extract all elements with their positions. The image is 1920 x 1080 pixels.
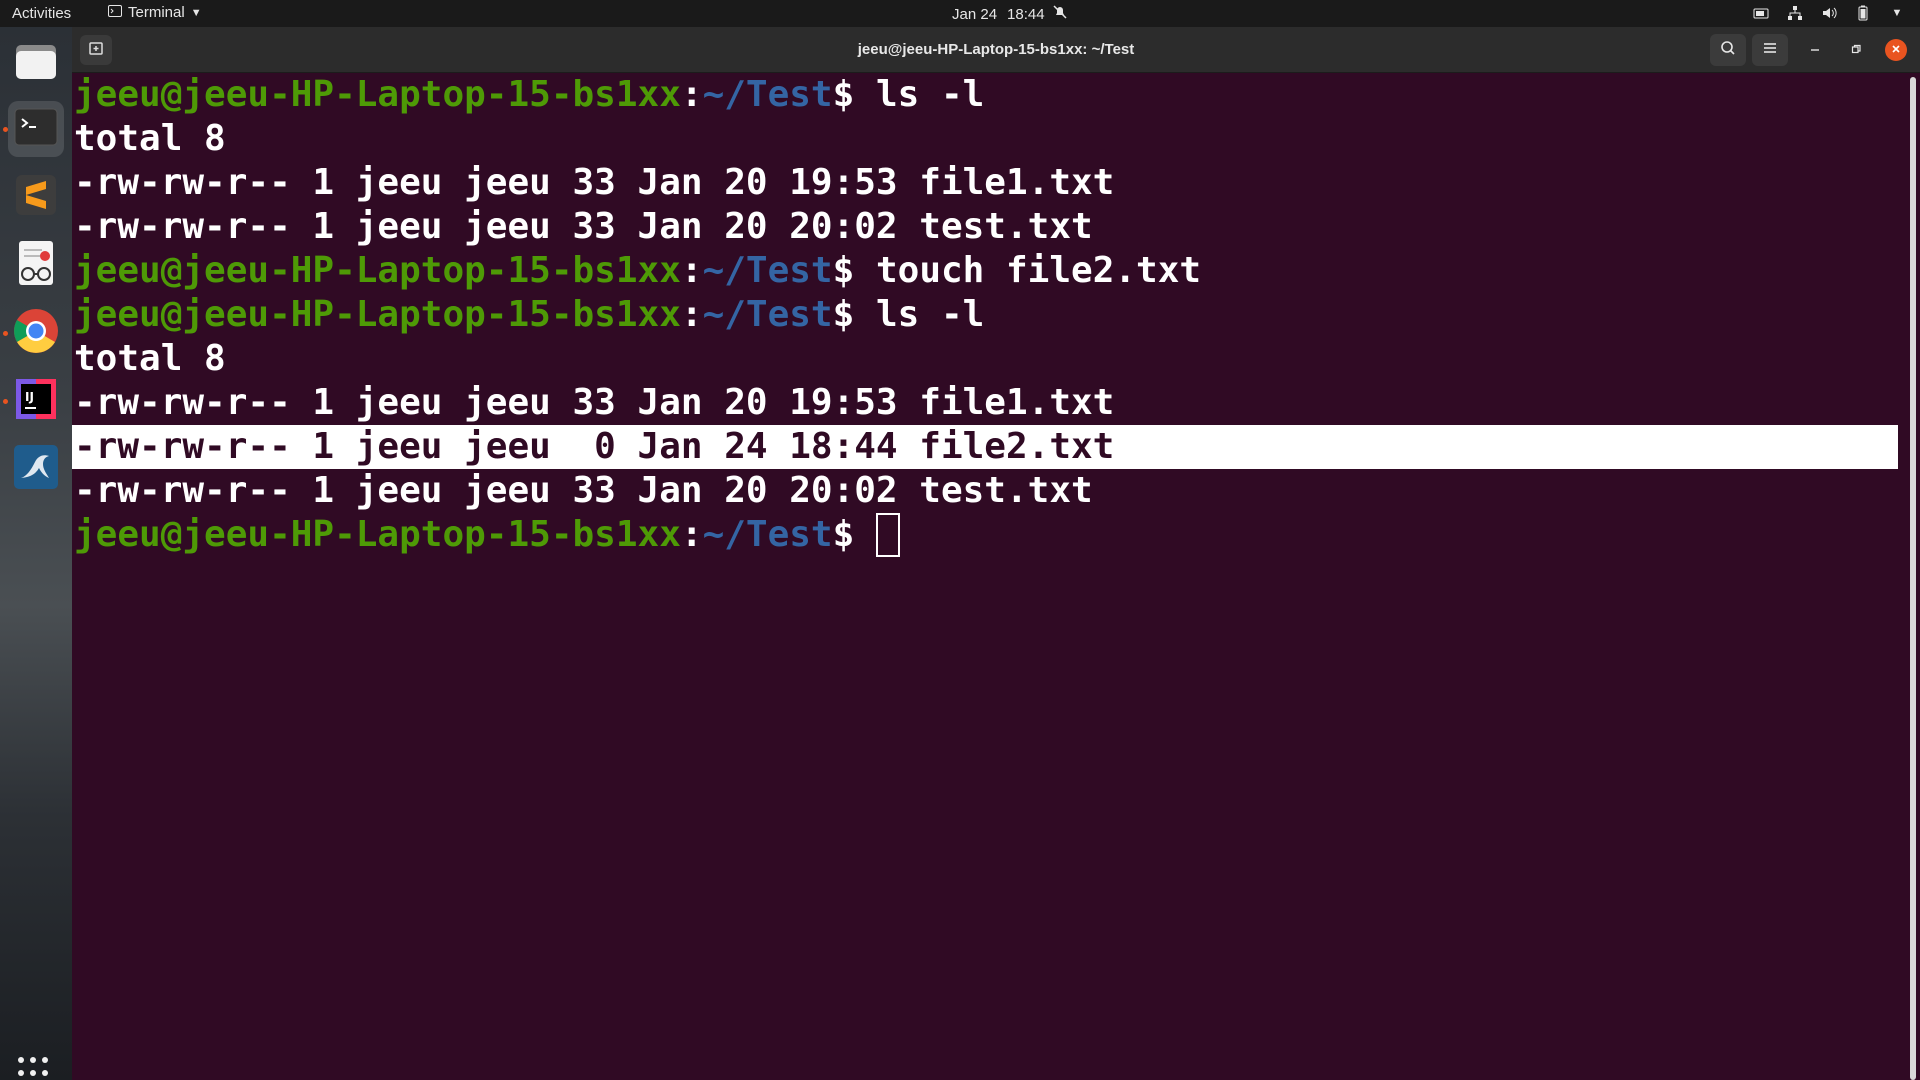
minimize-icon: [1810, 41, 1820, 59]
command-text: ls -l: [875, 294, 985, 335]
prompt-dollar: $: [832, 250, 876, 291]
prompt-user: jeeu@jeeu-HP-Laptop-15-bs1xx: [74, 250, 681, 291]
prompt-dollar: $: [832, 514, 876, 555]
system-tray[interactable]: ▼: [1752, 4, 1906, 22]
prompt-dollar: $: [832, 74, 876, 115]
prompt-user: jeeu@jeeu-HP-Laptop-15-bs1xx: [74, 514, 681, 555]
caret-down-icon: ▼: [190, 6, 202, 19]
prompt-separator: :: [680, 250, 703, 291]
dock-chrome[interactable]: [8, 305, 64, 361]
prompt-user: jeeu@jeeu-HP-Laptop-15-bs1xx: [74, 294, 681, 335]
notifications-off-icon: [1053, 5, 1067, 23]
output-line: -rw-rw-r-- 1 jeeu jeeu 33 Jan 20 20:02 t…: [74, 206, 1093, 247]
top-bar: Activities Terminal ▼ Jan 24 18:44 ▼: [0, 0, 1920, 27]
command-text: touch file2.txt: [875, 250, 1202, 291]
window-title: jeeu@jeeu-HP-Laptop-15-bs1xx: ~/Test: [857, 41, 1135, 58]
dock: IJ: [0, 27, 72, 1080]
close-button[interactable]: [1885, 39, 1907, 61]
prompt-line: jeeu@jeeu-HP-Laptop-15-bs1xx:~/Test$: [74, 513, 900, 557]
volume-icon[interactable]: [1820, 4, 1838, 22]
prompt-line: jeeu@jeeu-HP-Laptop-15-bs1xx:~/Test$ tou…: [74, 249, 1201, 293]
title-bar[interactable]: jeeu@jeeu-HP-Laptop-15-bs1xx: ~/Test: [72, 27, 1920, 73]
prompt-path: ~/Test: [702, 74, 833, 115]
battery-icon[interactable]: [1854, 4, 1872, 22]
dock-intellij[interactable]: IJ: [8, 373, 64, 429]
dock-mysql-workbench[interactable]: [8, 441, 64, 497]
hamburger-icon: [1763, 41, 1777, 59]
activities-button[interactable]: Activities: [12, 5, 71, 22]
output-line: total 8: [74, 118, 226, 159]
files-icon: [14, 39, 58, 88]
prompt-separator: :: [680, 514, 703, 555]
app-menu-label: Terminal: [128, 4, 185, 21]
terminal-icon: [14, 108, 58, 151]
maximize-button[interactable]: [1845, 39, 1867, 61]
running-indicator: [3, 127, 8, 132]
hamburger-menu-button[interactable]: [1752, 34, 1788, 66]
chrome-icon: [13, 308, 59, 359]
system-menu-caret-icon[interactable]: ▼: [1888, 4, 1906, 22]
prompt-user: jeeu@jeeu-HP-Laptop-15-bs1xx: [74, 74, 681, 115]
dock-terminal[interactable]: [8, 101, 64, 157]
prompt-line: jeeu@jeeu-HP-Laptop-15-bs1xx:~/Test$ ls …: [74, 73, 984, 117]
output-line: -rw-rw-r-- 1 jeeu jeeu 33 Jan 20 19:53 f…: [74, 382, 1115, 423]
terminal-small-icon: [108, 4, 122, 21]
mysql-workbench-icon: [13, 444, 59, 495]
search-icon: [1720, 40, 1736, 61]
prompt-dollar: $: [832, 294, 876, 335]
intellij-icon: IJ: [16, 378, 56, 424]
highlighted-output-line: -rw-rw-r-- 1 jeeu jeeu 0 Jan 24 18:44 fi…: [72, 425, 1898, 469]
output-line: -rw-rw-r-- 1 jeeu jeeu 33 Jan 20 19:53 f…: [74, 162, 1115, 203]
minimize-button[interactable]: [1804, 39, 1826, 61]
prompt-path: ~/Test: [702, 514, 833, 555]
prompt-line: jeeu@jeeu-HP-Laptop-15-bs1xx:~/Test$ ls …: [74, 293, 984, 337]
prompt-path: ~/Test: [702, 250, 833, 291]
search-button[interactable]: [1710, 34, 1746, 66]
text-cursor: [875, 513, 900, 557]
clock[interactable]: Jan 24 18:44: [952, 5, 1067, 23]
document-viewer-icon: [14, 240, 58, 291]
running-indicator: [3, 399, 8, 404]
dock-sublime-text[interactable]: [8, 169, 64, 225]
prompt-separator: :: [680, 74, 703, 115]
svg-text:IJ: IJ: [25, 390, 34, 404]
prompt-path: ~/Test: [702, 294, 833, 335]
command-text: ls -l: [875, 74, 985, 115]
restore-icon: [1851, 41, 1861, 59]
screen-icon[interactable]: [1752, 4, 1770, 22]
sublime-text-icon: [14, 173, 58, 222]
output-line: -rw-rw-r-- 1 jeeu jeeu 33 Jan 20 20:02 t…: [74, 470, 1093, 511]
terminal-window: jeeu@jeeu-HP-Laptop-15-bs1xx: ~/Test jee…: [72, 27, 1920, 1080]
prompt-separator: :: [680, 294, 703, 335]
time-label: 18:44: [1007, 5, 1045, 23]
running-indicator: [3, 331, 8, 336]
app-menu[interactable]: Terminal ▼: [108, 4, 202, 21]
show-applications-button[interactable]: [18, 1057, 52, 1080]
terminal-output[interactable]: jeeu@jeeu-HP-Laptop-15-bs1xx:~/Test$ ls …: [72, 73, 1902, 1080]
close-icon: [1891, 41, 1901, 59]
date-label: Jan 24: [952, 5, 998, 23]
dock-files[interactable]: [8, 35, 64, 91]
network-icon[interactable]: [1786, 4, 1804, 22]
dock-document-viewer[interactable]: [8, 237, 64, 293]
output-line: total 8: [74, 338, 226, 379]
scrollbar[interactable]: [1910, 77, 1916, 1080]
